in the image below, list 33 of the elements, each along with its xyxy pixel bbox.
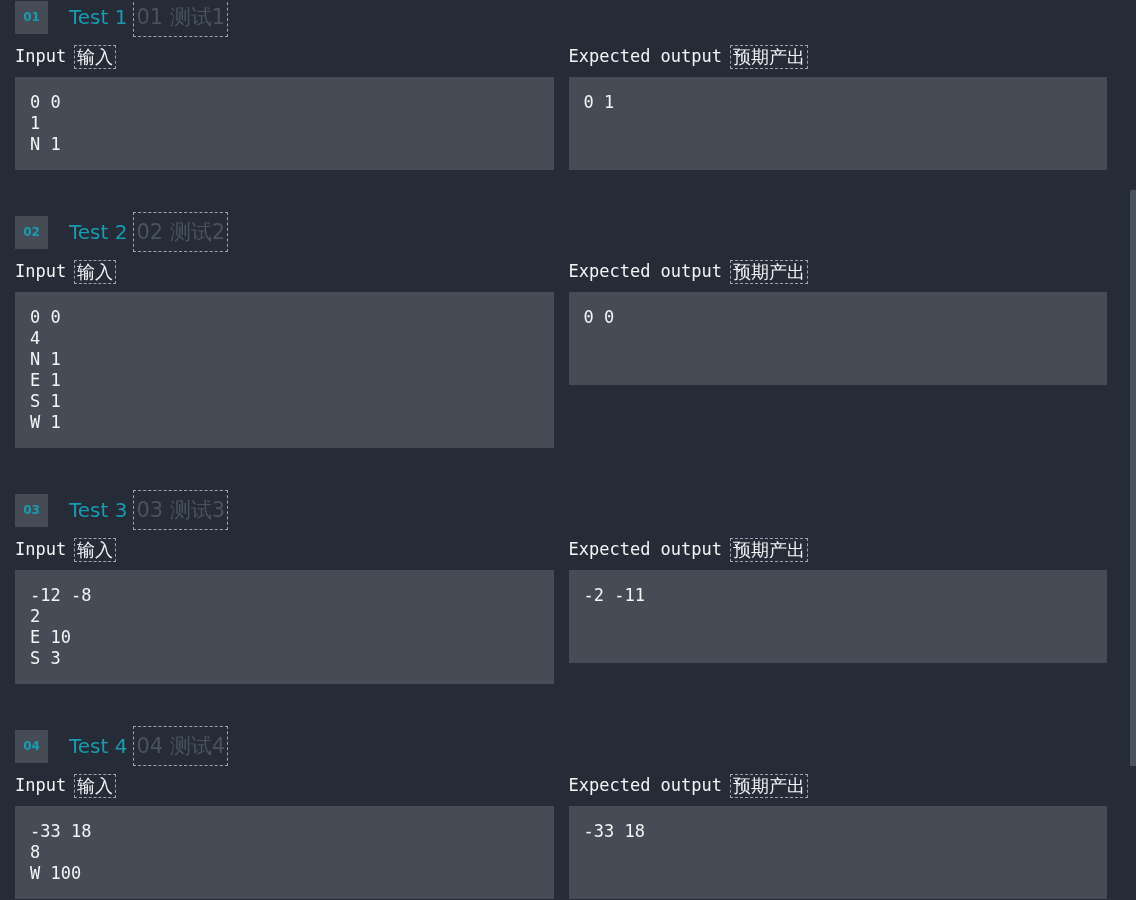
field-label: Expected output — [568, 774, 723, 798]
field-label: Input — [15, 774, 67, 798]
field-label: Expected output — [568, 45, 723, 69]
translation-label: 预期产出 — [730, 538, 809, 562]
test-number-badge: 02 — [15, 215, 48, 249]
test-number-badge: 03 — [15, 493, 48, 527]
field-label: Input — [15, 260, 67, 284]
output-block: -2 -11 — [568, 570, 1107, 663]
test-number-badge: 01 — [15, 0, 48, 34]
translation-label: 预期产出 — [730, 774, 809, 798]
output-block: 0 1 — [568, 77, 1107, 170]
translation-label: 预期产出 — [730, 260, 809, 284]
test-title: Test 3 — [69, 497, 128, 524]
translation-label: 输入 — [74, 260, 117, 284]
field-label: Input — [15, 538, 67, 562]
translation-label: 预期产出 — [730, 45, 809, 69]
field-label: Expected output — [568, 538, 723, 562]
translation-label: 输入 — [74, 45, 117, 69]
input-block: 0 0 4 N 1 E 1 S 1 W 1 — [15, 292, 554, 448]
field-label: Input — [15, 45, 67, 69]
input-block: 0 0 1 N 1 — [15, 77, 554, 170]
output-block: 0 0 — [568, 292, 1107, 385]
test-title: Test 4 — [69, 733, 128, 760]
input-block: -33 18 8 W 100 — [15, 806, 554, 899]
test-title: Test 1 — [69, 4, 128, 31]
field-label: Expected output — [568, 260, 723, 284]
scrollbar[interactable] — [1130, 190, 1136, 766]
test-title: Test 2 — [69, 219, 128, 246]
translation-label: 输入 — [74, 774, 117, 798]
output-block: -33 18 — [568, 806, 1107, 899]
translation-label: 输入 — [74, 538, 117, 562]
input-block: -12 -8 2 E 10 S 3 — [15, 570, 554, 684]
test-number-badge: 04 — [15, 729, 48, 763]
